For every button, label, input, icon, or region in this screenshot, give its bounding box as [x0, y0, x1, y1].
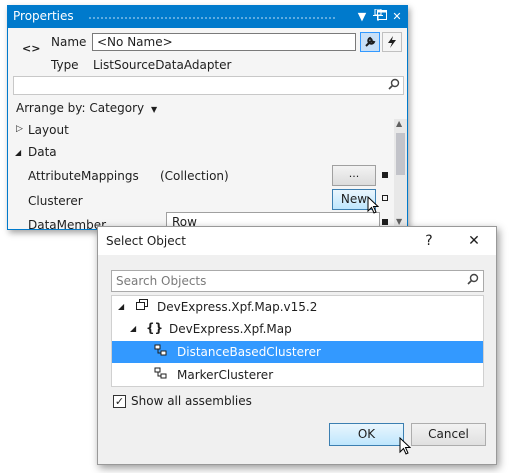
category-layout[interactable]: ▷ Layout: [8, 119, 394, 143]
class-icon: [154, 367, 168, 383]
tree-node-label: DistanceBasedClusterer: [177, 345, 321, 359]
ok-button[interactable]: OK: [329, 423, 404, 446]
dialog-title: Select Object: [106, 234, 186, 248]
arrange-by-dropdown[interactable]: Arrange by: Category ▼: [16, 101, 157, 115]
property-value: (Collection): [160, 169, 229, 183]
properties-title-bar[interactable]: Properties ▼ ✕: [8, 6, 407, 28]
code-icon: <>: [22, 42, 41, 55]
tree-node-label: MarkerClusterer: [177, 368, 274, 382]
name-label: Name: [51, 35, 87, 49]
chevron-down-icon[interactable]: ▼: [354, 9, 370, 25]
properties-title: Properties: [13, 9, 74, 23]
collapse-triangle-icon[interactable]: ◢: [118, 302, 124, 311]
properties-search-input[interactable]: [13, 76, 404, 95]
collapse-triangle-icon[interactable]: ◢: [15, 148, 21, 157]
close-icon[interactable]: ✕: [389, 9, 405, 25]
scroll-up-icon[interactable]: ▲: [396, 119, 402, 128]
maximize-icon-shape[interactable]: [374, 9, 390, 25]
property-marker-icon[interactable]: [382, 195, 388, 201]
tree-node-namespace[interactable]: ◢ {} DevExpress.Xpf.Map: [112, 318, 483, 340]
close-icon[interactable]: ✕: [465, 232, 483, 250]
tree-node-label: DevExpress.Xpf.Map: [169, 322, 292, 336]
tree-node-label: DevExpress.Xpf.Map.v15.2: [157, 300, 318, 314]
type-value: ListSourceDataAdapter: [93, 58, 232, 72]
category-data[interactable]: ◢ Data: [8, 141, 394, 165]
mouse-cursor-icon: [367, 196, 379, 214]
edit-collection-button[interactable]: ...: [332, 165, 376, 186]
namespace-icon: {}: [146, 321, 164, 335]
arrange-by-label: Arrange by: Category: [16, 101, 145, 115]
show-all-assemblies-checkbox[interactable]: ✓: [113, 395, 126, 408]
type-label: Type: [51, 58, 79, 72]
property-name: Clusterer: [28, 194, 83, 208]
cancel-button[interactable]: Cancel: [411, 423, 486, 446]
properties-window: Properties ▼ ✕ <> Name <No Name> Type Li…: [7, 5, 408, 230]
collapse-triangle-icon[interactable]: ◢: [130, 324, 136, 333]
scrollbar-thumb[interactable]: [396, 133, 405, 175]
name-field[interactable]: <No Name>: [92, 33, 356, 51]
title-bar-grip: [88, 16, 337, 20]
mouse-cursor-icon: [399, 437, 411, 455]
vertical-scrollbar[interactable]: ▲ ▼: [394, 119, 407, 229]
search-icon: [467, 273, 479, 289]
category-label: Layout: [28, 123, 69, 137]
search-objects-input[interactable]: Search Objects: [111, 270, 484, 292]
dialog-title-bar[interactable]: Select Object ? ✕: [98, 227, 496, 255]
tree-node-assembly[interactable]: ◢ DevExpress.Xpf.Map.v15.2: [112, 296, 483, 318]
wrench-icon[interactable]: [360, 32, 380, 52]
tree-node-markerclusterer[interactable]: MarkerClusterer: [112, 364, 483, 386]
select-object-dialog: Select Object ? ✕ Search Objects ◢ DevEx…: [97, 226, 497, 465]
category-label: Data: [28, 145, 57, 159]
scroll-down-icon[interactable]: ▼: [396, 217, 402, 226]
search-icon: [388, 78, 400, 93]
object-tree: ◢ DevExpress.Xpf.Map.v15.2 ◢ {} DevExpre…: [111, 295, 484, 387]
lightning-icon[interactable]: [382, 32, 402, 52]
show-all-assemblies-label[interactable]: Show all assemblies: [131, 394, 252, 408]
property-marker-icon[interactable]: [382, 172, 388, 178]
property-marker-icon[interactable]: [382, 219, 388, 225]
search-placeholder: Search Objects: [116, 274, 207, 288]
caret-down-icon: ▼: [150, 105, 158, 114]
property-name: AttributeMappings: [28, 169, 139, 183]
class-icon: [154, 344, 168, 360]
expand-triangle-icon[interactable]: ▷: [16, 124, 23, 134]
property-name: DataMember: [28, 218, 107, 230]
tree-node-distancebasedclusterer[interactable]: DistanceBasedClusterer: [112, 341, 483, 363]
help-icon[interactable]: ?: [420, 232, 438, 250]
assembly-icon: [136, 299, 149, 314]
